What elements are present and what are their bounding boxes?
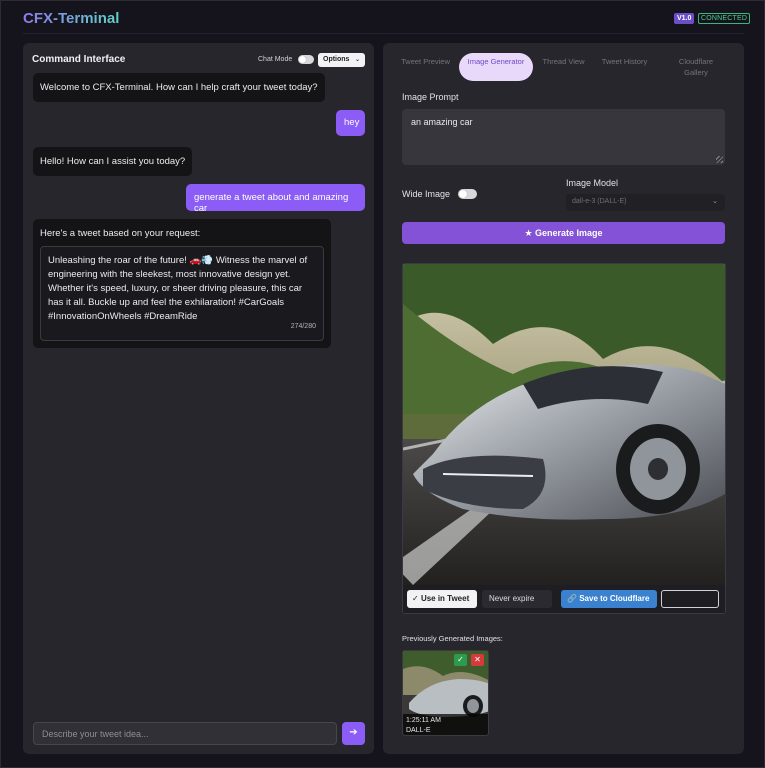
version-badge: V1.0 — [674, 13, 695, 24]
top-bar: CFX-Terminal V1.0 CONNECTED — [1, 1, 765, 35]
assistant-message: Welcome to CFX-Terminal. How can I help … — [33, 73, 325, 102]
previous-image-thumbnail[interactable]: ✓ ✕ 1:25:11 AM DALL-E — [402, 650, 489, 736]
user-message: generate a tweet about and amazing car — [186, 184, 365, 214]
tab-thread-view[interactable]: Thread View — [536, 53, 591, 81]
user-message: hey — [336, 110, 365, 136]
tab-tweet-history[interactable]: Tweet History — [595, 53, 654, 81]
tweet-text: Unleashing the roar of the future! 🚗💨 Wi… — [48, 255, 308, 322]
chevron-down-icon: ⌄ — [712, 198, 718, 205]
panel-title: Command Interface — [32, 54, 126, 65]
use-in-tweet-button[interactable]: ✓ Use in Tweet — [407, 590, 477, 608]
chevron-down-icon: ⌄ — [354, 57, 360, 63]
save-to-cloudflare-label: Save to Cloudflare — [579, 594, 650, 603]
send-button[interactable]: ➔ — [342, 722, 365, 745]
link-icon: 🔗 — [567, 594, 577, 603]
wide-image-toggle[interactable] — [458, 189, 477, 199]
check-icon: ✓ — [412, 594, 419, 603]
connection-status-badge: CONNECTED — [698, 13, 751, 24]
app-title: CFX-Terminal — [23, 10, 120, 27]
resize-handle[interactable] — [716, 156, 723, 163]
generate-image-button[interactable]: ★ Generate Image — [402, 222, 725, 244]
assistant-message-intro: Here's a tweet based on your request: — [40, 228, 201, 239]
chat-mode-toggle[interactable] — [298, 55, 314, 64]
image-model-select[interactable]: dall-e-3 (DALL-E) ⌄ — [566, 194, 725, 211]
thumbnail-model: DALL-E — [406, 727, 431, 734]
options-label: Options — [323, 56, 350, 63]
previous-images-label: Previously Generated Images: — [402, 634, 503, 643]
wide-image-label: Wide Image — [402, 189, 451, 199]
tweet-idea-input[interactable] — [33, 722, 337, 745]
generated-car-image — [403, 264, 725, 585]
approve-icon[interactable]: ✓ — [454, 654, 467, 666]
save-to-cloudflare-button[interactable]: 🔗 Save to Cloudflare — [561, 590, 657, 608]
image-model-label: Image Model — [566, 178, 619, 188]
use-in-tweet-label: Use in Tweet — [420, 594, 470, 603]
arrow-right-icon: ➔ — [349, 727, 358, 738]
options-button[interactable]: Options ⌄ — [318, 53, 365, 67]
image-prompt-label: Image Prompt — [402, 92, 459, 102]
thumbnail-meta: 1:25:11 AM DALL-E — [403, 714, 488, 735]
thumbnail-time: 1:25:11 AM — [406, 717, 441, 724]
tab-tweet-preview[interactable]: Tweet Preview — [395, 53, 456, 81]
generate-image-label: Generate Image — [535, 228, 603, 238]
generated-tweet-card: Unleashing the roar of the future! 🚗💨 Wi… — [40, 246, 324, 341]
character-count: 274/280 — [290, 323, 316, 330]
extra-action-button[interactable] — [661, 590, 719, 608]
image-prompt-input[interactable]: an amazing car — [402, 109, 725, 165]
expiry-select[interactable]: Never expire — [482, 590, 552, 608]
image-generator-panel: Tweet Preview Image Generator Thread Vie… — [383, 43, 744, 754]
assistant-message: Hello! How can I assist you today? — [33, 147, 193, 176]
image-prompt-value: an amazing car — [411, 117, 473, 127]
chat-mode-label: Chat Mode — [258, 56, 293, 63]
image-model-value: dall-e-3 (DALL-E) — [572, 198, 627, 205]
expiry-value: Never expire — [489, 594, 535, 603]
delete-icon[interactable]: ✕ — [471, 654, 484, 666]
star-icon: ★ — [524, 228, 533, 238]
header-divider — [23, 33, 744, 34]
command-interface-panel: Command Interface Chat Mode Options ⌄ We… — [23, 43, 374, 754]
tab-image-generator[interactable]: Image Generator — [459, 53, 533, 81]
tab-cloudflare-gallery[interactable]: Cloudflare Gallery — [667, 53, 725, 81]
generated-image-frame: ✓ Use in Tweet Never expire 🔗 Save to Cl… — [402, 263, 726, 614]
image-action-bar: ✓ Use in Tweet Never expire 🔗 Save to Cl… — [403, 585, 725, 613]
